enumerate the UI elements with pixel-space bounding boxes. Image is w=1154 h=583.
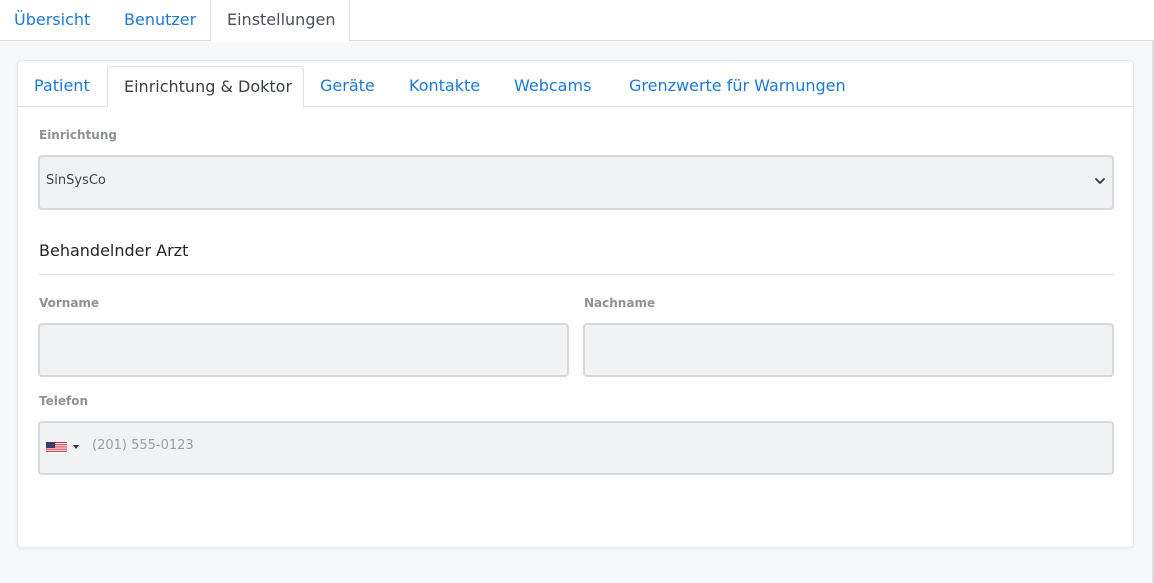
- tab-webcams[interactable]: Webcams: [514, 66, 591, 107]
- section-divider: [39, 274, 1114, 275]
- tab-settings[interactable]: Einstellungen: [210, 0, 350, 42]
- facility-label: Einrichtung: [39, 128, 117, 142]
- tab-facility-doctor[interactable]: Einrichtung & Doktor: [107, 66, 304, 108]
- facility-select[interactable]: SinSysCo: [38, 155, 1114, 210]
- tab-warning-thresholds[interactable]: Grenzwerte für Warnungen: [629, 66, 846, 107]
- chevron-down-icon: [1095, 178, 1105, 184]
- settings-card: Patient Einrichtung & Doktor Geräte Kont…: [17, 60, 1134, 548]
- tab-overview[interactable]: Übersicht: [14, 0, 90, 41]
- doctor-section-title: Behandelnder Arzt: [39, 241, 189, 260]
- facility-select-value: SinSysCo: [46, 173, 106, 188]
- last-name-field[interactable]: [583, 323, 1114, 377]
- tab-devices[interactable]: Geräte: [320, 66, 375, 107]
- last-name-label: Nachname: [584, 296, 656, 310]
- tab-contacts[interactable]: Kontakte: [409, 66, 480, 107]
- first-name-field[interactable]: [38, 323, 569, 377]
- sub-tab-bar: Patient Einrichtung & Doktor Geräte Kont…: [18, 61, 1133, 108]
- country-dropdown-caret-icon[interactable]: [73, 445, 79, 449]
- first-name-label: Vorname: [39, 296, 100, 310]
- tab-users[interactable]: Benutzer: [124, 0, 196, 41]
- phone-field[interactable]: (201) 555-0123: [38, 421, 1114, 475]
- us-flag-icon[interactable]: [46, 442, 67, 453]
- top-tab-bar: Übersicht Benutzer Einstellungen: [0, 0, 1154, 42]
- phone-input[interactable]: (201) 555-0123: [92, 438, 194, 453]
- tab-patient[interactable]: Patient: [34, 66, 90, 107]
- phone-label: Telefon: [39, 394, 88, 408]
